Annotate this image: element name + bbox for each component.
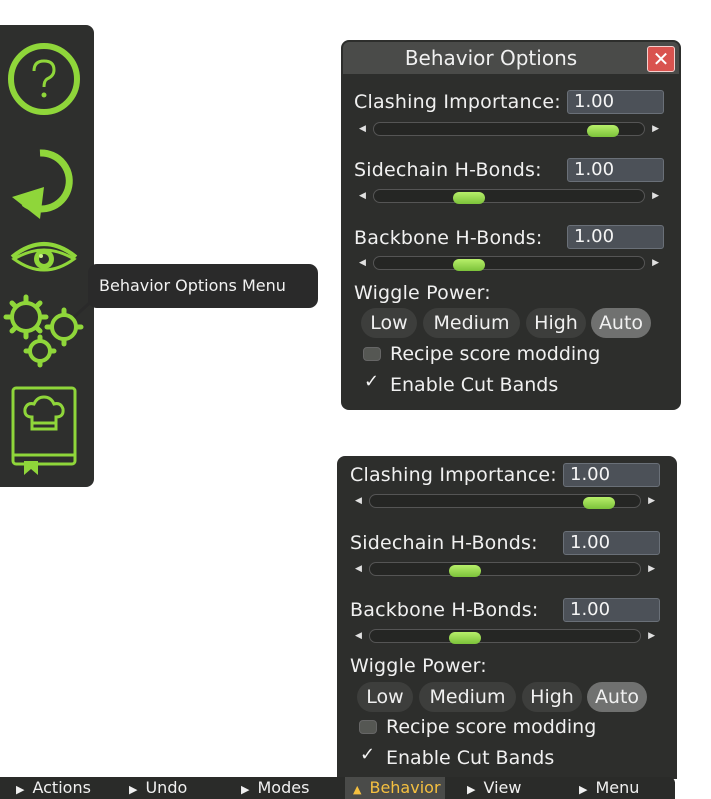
checkmark-icon[interactable]: ✓ (364, 372, 379, 392)
help-icon[interactable] (6, 41, 82, 117)
recipe-score-modding-checkbox[interactable]: Recipe score modding (359, 716, 649, 741)
slider-right-arrow[interactable]: ▶ (652, 189, 659, 203)
sidechain-hbonds-slider[interactable]: ◀ ▶ (359, 188, 659, 204)
clashing-importance-label: Clashing Importance: (354, 91, 561, 113)
slider-right-arrow[interactable]: ▶ (652, 256, 659, 270)
backbone-hbonds-input[interactable]: 1.00 (563, 598, 660, 622)
checkbox-label: Recipe score modding (390, 343, 601, 365)
checkbox-label: Enable Cut Bands (390, 374, 559, 396)
backbone-hbonds-input[interactable]: 1.00 (567, 225, 664, 249)
clashing-importance-slider[interactable]: ◀ ▶ (359, 121, 659, 137)
clashing-importance-label: Clashing Importance: (350, 464, 557, 486)
sidechain-hbonds-input[interactable]: 1.00 (567, 158, 664, 182)
wiggle-power-high-button[interactable]: High (526, 308, 586, 338)
backbone-hbonds-label: Backbone H-Bonds: (350, 599, 539, 621)
wiggle-power-label: Wiggle Power: (354, 282, 491, 304)
slider-left-arrow[interactable]: ◀ (359, 189, 366, 203)
clashing-importance-slider[interactable]: ◀ ▶ (355, 493, 655, 509)
undo-icon[interactable] (10, 143, 78, 221)
panel-title: Behavior Options (404, 46, 578, 70)
wiggle-power-medium-button[interactable]: Medium (419, 682, 516, 712)
slider-track[interactable] (369, 629, 641, 644)
slider-thumb[interactable] (449, 632, 482, 644)
close-button[interactable]: ✕ (647, 46, 675, 72)
expand-triangle-icon: ▶ (16, 783, 25, 796)
wiggle-power-auto-button[interactable]: Auto (587, 682, 647, 712)
slider-track[interactable] (369, 562, 641, 577)
slider-track[interactable] (369, 494, 641, 509)
menu-actions[interactable]: ▶ Actions (16, 777, 91, 799)
sidechain-hbonds-slider[interactable]: ◀ ▶ (355, 561, 655, 577)
sidechain-hbonds-input[interactable]: 1.00 (563, 531, 660, 555)
slider-right-arrow[interactable]: ▶ (648, 494, 655, 508)
slider-track[interactable] (373, 256, 645, 271)
slider-left-arrow[interactable]: ◀ (355, 629, 362, 643)
slider-left-arrow[interactable]: ◀ (359, 256, 366, 270)
checkbox-label: Recipe score modding (386, 716, 597, 738)
slider-thumb[interactable] (453, 259, 486, 271)
slider-right-arrow[interactable]: ▶ (648, 629, 655, 643)
slider-track[interactable] (373, 189, 645, 204)
enable-cut-bands-checkbox[interactable]: ✓ Enable Cut Bands (359, 745, 649, 772)
collapse-triangle-icon: ▲ (353, 783, 362, 796)
sidechain-hbonds-label: Sidechain H-Bonds: (354, 159, 542, 181)
menu-menu[interactable]: ▶ Menu (579, 777, 639, 799)
bottom-menu-bar: ▶ Actions ▶ Undo ▶ Modes ▲ Behavior ▶ View ▶ M… (0, 777, 675, 799)
checkbox-unchecked[interactable] (359, 720, 377, 734)
slider-right-arrow[interactable]: ▶ (648, 562, 655, 576)
menu-behavior[interactable]: ▲ Behavior (345, 777, 445, 799)
expand-triangle-icon: ▶ (241, 783, 250, 796)
slider-right-arrow[interactable]: ▶ (652, 122, 659, 136)
menu-modes[interactable]: ▶ Modes (241, 777, 309, 799)
close-icon: ✕ (652, 47, 670, 71)
slider-left-arrow[interactable]: ◀ (355, 562, 362, 576)
slider-thumb[interactable] (582, 497, 615, 509)
wiggle-power-high-button[interactable]: High (522, 682, 582, 712)
clashing-importance-input[interactable]: 1.00 (567, 90, 664, 114)
expand-triangle-icon: ▶ (467, 783, 476, 796)
menu-view[interactable]: ▶ View (467, 777, 521, 799)
backbone-hbonds-slider[interactable]: ◀ ▶ (359, 255, 659, 271)
recipe-score-modding-checkbox[interactable]: Recipe score modding (363, 343, 653, 368)
enable-cut-bands-checkbox[interactable]: ✓ Enable Cut Bands (363, 372, 653, 399)
slider-thumb[interactable] (449, 565, 482, 577)
checkbox-label: Enable Cut Bands (386, 747, 555, 769)
slider-thumb[interactable] (586, 125, 619, 137)
tooltip: Behavior Options Menu (88, 264, 318, 308)
slider-track[interactable] (373, 122, 645, 137)
left-toolbar (0, 25, 94, 487)
behavior-options-panel: Behavior Options ✕ Clashing Importance: … (341, 40, 681, 410)
slider-left-arrow[interactable]: ◀ (355, 494, 362, 508)
wiggle-power-auto-button[interactable]: Auto (591, 308, 651, 338)
view-eye-icon[interactable] (8, 237, 80, 277)
behavior-options-panel-docked: Clashing Importance: 1.00 ◀ ▶ Sidechain … (337, 456, 677, 779)
menu-undo[interactable]: ▶ Undo (129, 777, 187, 799)
slider-left-arrow[interactable]: ◀ (359, 122, 366, 136)
checkmark-icon[interactable]: ✓ (360, 745, 375, 765)
recipe-book-icon[interactable] (10, 385, 78, 477)
panel-titlebar[interactable]: Behavior Options ✕ (343, 42, 679, 74)
backbone-hbonds-label: Backbone H-Bonds: (354, 227, 543, 249)
expand-triangle-icon: ▶ (129, 783, 138, 796)
slider-thumb[interactable] (453, 192, 486, 204)
clashing-importance-input[interactable]: 1.00 (563, 463, 660, 487)
wiggle-power-low-button[interactable]: Low (361, 308, 417, 338)
checkbox-unchecked[interactable] (363, 347, 381, 361)
wiggle-power-label: Wiggle Power: (350, 655, 487, 677)
wiggle-power-low-button[interactable]: Low (357, 682, 413, 712)
backbone-hbonds-slider[interactable]: ◀ ▶ (355, 628, 655, 644)
wiggle-power-medium-button[interactable]: Medium (423, 308, 520, 338)
expand-triangle-icon: ▶ (579, 783, 588, 796)
sidechain-hbonds-label: Sidechain H-Bonds: (350, 532, 538, 554)
